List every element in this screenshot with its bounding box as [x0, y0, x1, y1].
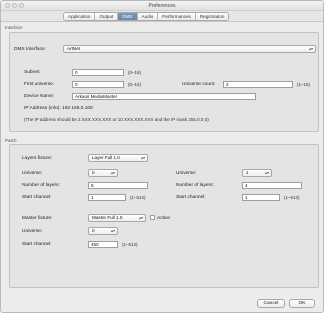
layers-fixture-select[interactable]: Layer Full 1.0 ▴▾: [88, 154, 148, 162]
start-channel-left-input[interactable]: 1: [88, 194, 126, 201]
subnet-range: (0–15): [128, 70, 142, 75]
master-start-channel-range: (1–512): [122, 242, 138, 247]
first-universe-input[interactable]: 0: [72, 81, 124, 88]
first-universe-range: (0–15): [128, 82, 142, 87]
active-label: Active: [157, 216, 171, 221]
patch-group: Layers fixture: Layer Full 1.0 ▴▾ Univer…: [9, 144, 319, 288]
title-bar: Preferences: [1, 1, 323, 11]
first-universe-label: First universe:: [24, 82, 55, 87]
dmx-interface-select[interactable]: ArtNet ▴▾: [63, 45, 316, 53]
start-channel-left-label: Start channel:: [22, 195, 52, 200]
window-title: Preferences: [148, 3, 176, 9]
tab-registration[interactable]: Registration: [195, 13, 229, 20]
subnet-input[interactable]: 0: [72, 69, 124, 76]
number-of-layers-left-input[interactable]: 8: [88, 182, 148, 189]
universe-left-value: 0: [92, 170, 95, 175]
master-fixture-label: Master fixture:: [22, 216, 53, 221]
universe-count-label: Universe count:: [182, 82, 216, 87]
dmx-interface-label: DMX Interface:: [14, 47, 46, 52]
layers-fixture-label: Layers fixture:: [22, 156, 53, 161]
chevron-updown-icon: ▴▾: [308, 46, 313, 51]
universe-right-label: Universe:: [176, 171, 197, 176]
universe-count-range: (1–16): [297, 82, 311, 87]
device-name-input[interactable]: Arkaos MediaMaster: [72, 93, 256, 100]
number-of-layers-right-label: Number of layers:: [176, 183, 214, 188]
tab-group: Application Output DMX Audio Performance…: [63, 12, 230, 21]
chevron-updown-icon: ▴▾: [138, 215, 143, 220]
tab-application[interactable]: Application: [64, 13, 96, 20]
start-channel-right-label: Start channel:: [176, 195, 206, 200]
active-checkbox[interactable]: [150, 215, 155, 220]
universe-right-value: 1: [246, 170, 249, 175]
chevron-updown-icon: ▴▾: [110, 228, 115, 233]
chevron-updown-icon: ▴▾: [264, 170, 269, 175]
subnet-label: Subnet:: [24, 70, 41, 75]
start-channel-right-input[interactable]: 1: [242, 194, 280, 201]
number-of-layers-left-label: Number of layers:: [22, 183, 60, 188]
master-universe-value: 0: [92, 228, 95, 233]
cancel-button[interactable]: Cancel: [257, 299, 285, 308]
number-of-layers-right-input[interactable]: 4: [242, 182, 302, 189]
tab-bar: Application Output DMX Audio Performance…: [1, 11, 323, 22]
master-universe-label: Universe:: [22, 229, 43, 234]
master-fixture-select[interactable]: Master Full 1.0 ▴▾: [88, 214, 146, 222]
master-fixture-value: Master Full 1.0: [92, 215, 123, 220]
universe-right-select[interactable]: 1 ▴▾: [242, 169, 272, 177]
tab-dmx[interactable]: DMX: [118, 13, 138, 20]
ip-address-note: (The IP address should be 2.XXX.XXX.XXX …: [24, 117, 209, 122]
tab-audio[interactable]: Audio: [137, 13, 159, 20]
ok-button[interactable]: OK: [289, 299, 315, 308]
preferences-window: Preferences Application Output DMX Audio…: [0, 0, 324, 313]
tab-output[interactable]: Output: [95, 13, 119, 20]
master-start-channel-input[interactable]: 450: [88, 241, 118, 248]
interface-group: DMX Interface: ArtNet ▴▾ Subnet: 0 (0–15…: [9, 32, 319, 132]
chevron-updown-icon: ▴▾: [140, 155, 145, 160]
master-start-channel-label: Start channel:: [22, 242, 52, 247]
ip-address-info: IP Address (info): 192.168.0.100: [24, 106, 93, 111]
layers-fixture-value: Layer Full 1.0: [92, 155, 120, 160]
interface-section-label: Interface: [5, 25, 23, 30]
start-channel-right-range: (1–512): [284, 195, 300, 200]
chevron-updown-icon: ▴▾: [110, 170, 115, 175]
universe-left-select[interactable]: 0 ▴▾: [88, 169, 118, 177]
universe-count-input[interactable]: 2: [223, 81, 293, 88]
dmx-interface-value: ArtNet: [67, 46, 81, 51]
universe-left-label: Universe:: [22, 171, 43, 176]
device-name-label: Device Name:: [24, 94, 55, 99]
tab-performances[interactable]: Performances: [158, 13, 196, 20]
patch-section-label: Patch: [5, 138, 17, 143]
master-universe-select[interactable]: 0 ▴▾: [88, 227, 118, 235]
start-channel-left-range: (1–512): [130, 195, 146, 200]
